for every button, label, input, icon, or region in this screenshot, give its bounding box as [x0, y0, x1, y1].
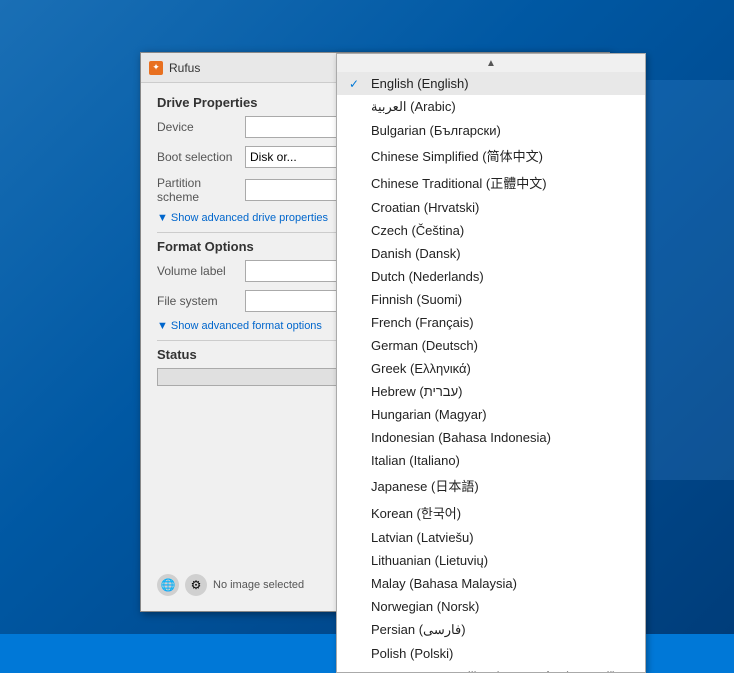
dropdown-item-latvian[interactable]: Latvian (Latviešu) [337, 526, 645, 549]
dropdown-label-norwegian: Norwegian (Norsk) [371, 599, 479, 614]
dropdown-label-german: German (Deutsch) [371, 338, 478, 353]
dropdown-item-english[interactable]: ✓ English (English) [337, 72, 645, 95]
dropdown-label-croatian: Croatian (Hrvatski) [371, 200, 479, 215]
dropdown-label-lithuanian: Lithuanian (Lietuvių) [371, 553, 488, 568]
show-advanced-drive-label: Show advanced drive properties [171, 212, 328, 224]
dropdown-label-arabic: العربية (Arabic) [371, 99, 456, 115]
language-icon[interactable]: 🌐 [157, 574, 179, 596]
dropdown-item-greek[interactable]: Greek (Ελληνικά) [337, 357, 645, 380]
dropdown-item-japanese[interactable]: Japanese (日本語) [337, 472, 645, 499]
dropdown-item-croatian[interactable]: Croatian (Hrvatski) [337, 196, 645, 219]
dropdown-item-persian[interactable]: Persian (فارسی) [337, 618, 645, 642]
dropdown-item-polish[interactable]: Polish (Polski) [337, 642, 645, 665]
dropdown-label-finnish: Finnish (Suomi) [371, 292, 462, 307]
dropdown-label-portuguese_brazil: Portuguese Brazilian (Português do Brasi… [371, 669, 617, 673]
bottom-icons: 🌐 ⚙ No image selected [157, 574, 304, 596]
dropdown-label-dutch: Dutch (Nederlands) [371, 269, 484, 284]
window-title-area: ✦ Rufus [149, 61, 200, 75]
scroll-up-icon: ▲ [486, 58, 496, 69]
dropdown-label-persian: Persian (فارسی) [371, 622, 466, 638]
dropdown-label-polish: Polish (Polski) [371, 646, 453, 661]
dropdown-item-finnish[interactable]: Finnish (Suomi) [337, 288, 645, 311]
window-title: Rufus [169, 61, 200, 75]
dropdown-item-lithuanian[interactable]: Lithuanian (Lietuvių) [337, 549, 645, 572]
show-advanced-format-arrow: ▼ [157, 320, 168, 332]
dropdown-label-korean: Korean (한국어) [371, 503, 461, 522]
dropdown-label-italian: Italian (Italiano) [371, 453, 460, 468]
dropdown-item-italian[interactable]: Italian (Italiano) [337, 449, 645, 472]
boot-selection-label: Boot selection [157, 150, 237, 164]
language-dropdown[interactable]: ▲ ✓ English (English) العربية (Arabic) Bulg… [336, 53, 646, 673]
file-system-label: File system [157, 294, 237, 308]
dropdown-label-hungarian: Hungarian (Magyar) [371, 407, 487, 422]
dropdown-label-danish: Danish (Dansk) [371, 246, 461, 261]
dropdown-label-chinese_traditional: Chinese Traditional (正體中文) [371, 173, 547, 192]
dropdown-item-chinese_traditional[interactable]: Chinese Traditional (正體中文) [337, 169, 645, 196]
dropdown-item-portuguese_brazil[interactable]: Portuguese Brazilian (Português do Brasi… [337, 665, 645, 673]
dropdown-label-french: French (Français) [371, 315, 474, 330]
rufus-window: ✦ Rufus ─ □ ✕ Drive Properties Device ▼ … [140, 52, 610, 612]
dropdown-label-greek: Greek (Ελληνικά) [371, 361, 471, 376]
status-text: No image selected [213, 579, 304, 591]
dropdown-item-german[interactable]: German (Deutsch) [337, 334, 645, 357]
dropdown-item-hebrew[interactable]: Hebrew (עברית) [337, 380, 645, 403]
dropdown-label-malay: Malay (Bahasa Malaysia) [371, 576, 517, 591]
dropdown-items-container: ✓ English (English) العربية (Arabic) Bulgar… [337, 72, 645, 673]
show-advanced-format-label: Show advanced format options [171, 320, 322, 332]
dropdown-item-norwegian[interactable]: Norwegian (Norsk) [337, 595, 645, 618]
rufus-icon: ✦ [149, 61, 163, 75]
settings-icon[interactable]: ⚙ [185, 574, 207, 596]
dropdown-item-dutch[interactable]: Dutch (Nederlands) [337, 265, 645, 288]
boot-value: Disk or... [250, 150, 297, 164]
dropdown-item-korean[interactable]: Korean (한국어) [337, 499, 645, 526]
dropdown-label-czech: Czech (Čeština) [371, 223, 464, 238]
scroll-up-button[interactable]: ▲ [337, 54, 645, 72]
dropdown-item-danish[interactable]: Danish (Dansk) [337, 242, 645, 265]
dropdown-label-indonesian: Indonesian (Bahasa Indonesia) [371, 430, 551, 445]
dropdown-item-czech[interactable]: Czech (Čeština) [337, 219, 645, 242]
partition-label: Partition scheme [157, 176, 237, 204]
dropdown-item-indonesian[interactable]: Indonesian (Bahasa Indonesia) [337, 426, 645, 449]
dropdown-label-english: English (English) [371, 76, 469, 91]
show-advanced-drive-arrow: ▼ [157, 212, 168, 224]
dropdown-label-bulgarian: Bulgarian (Български) [371, 123, 501, 138]
device-label: Device [157, 120, 237, 134]
dropdown-label-latvian: Latvian (Latviešu) [371, 530, 474, 545]
dropdown-item-chinese_simplified[interactable]: Chinese Simplified (简体中文) [337, 142, 645, 169]
dropdown-item-malay[interactable]: Malay (Bahasa Malaysia) [337, 572, 645, 595]
dropdown-item-bulgarian[interactable]: Bulgarian (Български) [337, 119, 645, 142]
dropdown-item-hungarian[interactable]: Hungarian (Magyar) [337, 403, 645, 426]
dropdown-label-japanese: Japanese (日本語) [371, 476, 479, 495]
dropdown-item-arabic[interactable]: العربية (Arabic) [337, 95, 645, 119]
dropdown-item-french[interactable]: French (Français) [337, 311, 645, 334]
dropdown-label-chinese_simplified: Chinese Simplified (简体中文) [371, 146, 543, 165]
dropdown-label-hebrew: Hebrew (עברית) [371, 384, 462, 399]
volume-label-lbl: Volume label [157, 264, 237, 278]
check-mark-english: ✓ [349, 77, 363, 91]
